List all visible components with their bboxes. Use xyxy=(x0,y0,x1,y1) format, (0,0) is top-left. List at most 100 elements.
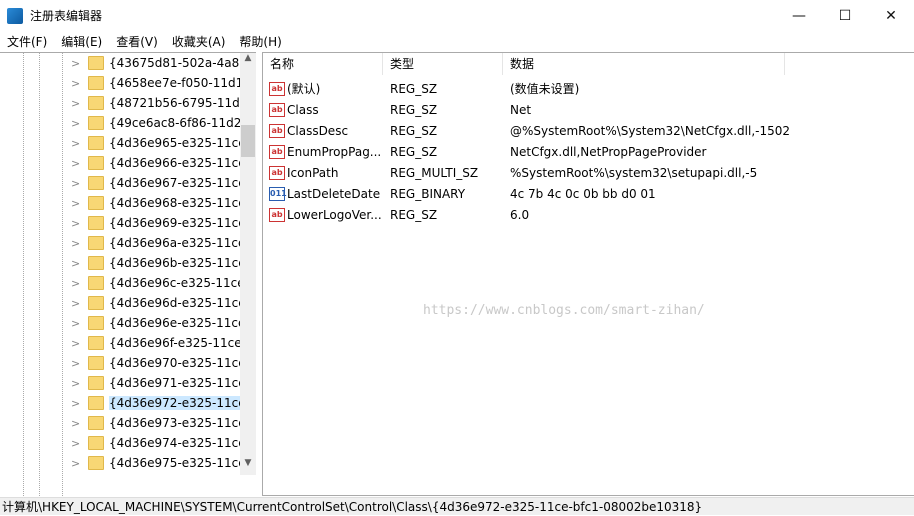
value-row[interactable]: ab IconPath REG_MULTI_SZ %SystemRoot%\syste… xyxy=(263,162,863,183)
menu-favorites[interactable]: 收藏夹(A) xyxy=(165,33,233,50)
expand-chevron-icon[interactable]: > xyxy=(71,457,80,470)
menu-help[interactable]: 帮助(H) xyxy=(232,33,288,50)
expand-chevron-icon[interactable]: > xyxy=(71,397,80,410)
values-header: 名称 类型 数据 xyxy=(263,53,793,75)
tree-item-label: {4d36e975-e325-11ce- xyxy=(109,456,240,470)
tree-scrollbar[interactable]: ▲ ▼ xyxy=(240,53,256,475)
tree-item[interactable]: > {4d36e973-e325-11ce- xyxy=(0,413,240,433)
tree-item[interactable]: > {4d36e967-e325-11ce- xyxy=(0,173,240,193)
expand-chevron-icon[interactable]: > xyxy=(71,317,80,330)
values-pane: 名称 类型 数据 ab (默认) REG_SZ (数值未设置) ab Class REG_S… xyxy=(262,52,914,496)
value-row[interactable]: ab EnumPropPag... REG_SZ NetCfgx.dll,NetPro… xyxy=(263,141,863,162)
tree-item[interactable]: > {49ce6ac8-6f86-11d2-b xyxy=(0,113,240,133)
value-type: REG_SZ xyxy=(390,102,438,117)
string-value-icon: ab xyxy=(269,144,285,159)
tree-item[interactable]: > {4658ee7e-f050-11d1- xyxy=(0,73,240,93)
tree-item[interactable]: > {4d36e970-e325-11ce- xyxy=(0,353,240,373)
value-data: 6.0 xyxy=(510,207,530,222)
tree-item[interactable]: > {4d36e96e-e325-11ce- xyxy=(0,313,240,333)
string-value-icon: ab xyxy=(269,207,285,222)
menu-file[interactable]: 文件(F) xyxy=(0,33,54,50)
tree-item[interactable]: > {4d36e971-e325-11ce- xyxy=(0,373,240,393)
tree-item[interactable]: > {4d36e966-e325-11ce- xyxy=(0,153,240,173)
expand-chevron-icon[interactable]: > xyxy=(71,177,80,190)
expand-chevron-icon[interactable]: > xyxy=(71,337,80,350)
expand-chevron-icon[interactable]: > xyxy=(71,157,80,170)
expand-chevron-icon[interactable]: > xyxy=(71,137,80,150)
value-name: LowerLogoVer... xyxy=(287,207,382,222)
value-row[interactable]: ab ClassDesc REG_SZ @%SystemRoot%\System32\… xyxy=(263,120,863,141)
tree-item[interactable]: > {4d36e96a-e325-11ce- xyxy=(0,233,240,253)
folder-icon xyxy=(88,436,104,450)
tree-item-label: {4d36e96c-e325-11ce- xyxy=(109,276,240,290)
folder-icon xyxy=(88,336,104,350)
value-row[interactable]: ab (默认) REG_SZ (数值未设置) xyxy=(263,78,863,99)
tree-item-label: {4d36e96e-e325-11ce- xyxy=(109,316,240,330)
tree-item[interactable]: > {4d36e96c-e325-11ce- xyxy=(0,273,240,293)
tree-item[interactable]: > {4d36e975-e325-11ce- xyxy=(0,453,240,473)
expand-chevron-icon[interactable]: > xyxy=(71,297,80,310)
value-type: REG_SZ xyxy=(390,123,438,138)
value-row[interactable]: 011 LastDeleteDate REG_BINARY 4c 7b 4c 0c 0… xyxy=(263,183,863,204)
tree-item[interactable]: > {4d36e96b-e325-11ce- xyxy=(0,253,240,273)
tree-item-label: {43675d81-502a-4a82- xyxy=(109,56,240,70)
value-type: REG_SZ xyxy=(390,81,438,96)
expand-chevron-icon[interactable]: > xyxy=(71,217,80,230)
column-type[interactable]: 类型 xyxy=(383,53,503,75)
value-name: Class xyxy=(287,102,319,117)
minimize-button[interactable]: — xyxy=(776,0,822,31)
expand-chevron-icon[interactable]: > xyxy=(71,417,80,430)
tree-item-label: {4d36e968-e325-11ce- xyxy=(109,196,240,210)
expand-chevron-icon[interactable]: > xyxy=(71,57,80,70)
tree-item-label: {4d36e973-e325-11ce- xyxy=(109,416,240,430)
value-data: Net xyxy=(510,102,532,117)
string-value-icon: ab xyxy=(269,123,285,138)
tree-guide-line xyxy=(23,52,24,496)
expand-chevron-icon[interactable]: > xyxy=(71,257,80,270)
value-data: (数值未设置) xyxy=(510,82,580,96)
expand-chevron-icon[interactable]: > xyxy=(71,437,80,450)
value-type: REG_MULTI_SZ xyxy=(390,165,479,180)
tree-guide-line xyxy=(39,52,40,496)
scroll-down-arrow-icon[interactable]: ▼ xyxy=(240,458,256,475)
folder-icon xyxy=(88,236,104,250)
tree-item[interactable]: > {43675d81-502a-4a82- xyxy=(0,53,240,73)
folder-icon xyxy=(88,376,104,390)
expand-chevron-icon[interactable]: > xyxy=(71,357,80,370)
expand-chevron-icon[interactable]: > xyxy=(71,277,80,290)
scrollbar-thumb[interactable] xyxy=(241,125,255,157)
scroll-up-arrow-icon[interactable]: ▲ xyxy=(240,53,256,70)
expand-chevron-icon[interactable]: > xyxy=(71,197,80,210)
tree-item-label: {4d36e971-e325-11ce- xyxy=(109,376,240,390)
folder-icon xyxy=(88,116,104,130)
expand-chevron-icon[interactable]: > xyxy=(71,97,80,110)
tree-item[interactable]: > {4d36e969-e325-11ce- xyxy=(0,213,240,233)
string-value-icon: ab xyxy=(269,165,285,180)
tree-item[interactable]: > {4d36e965-e325-11ce- xyxy=(0,133,240,153)
tree-item[interactable]: > {4d36e96f-e325-11ce-b xyxy=(0,333,240,353)
tree-item[interactable]: > {4d36e96d-e325-11ce- xyxy=(0,293,240,313)
expand-chevron-icon[interactable]: > xyxy=(71,237,80,250)
column-data[interactable]: 数据 xyxy=(503,53,785,75)
folder-icon xyxy=(88,276,104,290)
menu-edit[interactable]: 编辑(E) xyxy=(54,33,109,50)
folder-icon xyxy=(88,156,104,170)
expand-chevron-icon[interactable]: > xyxy=(71,117,80,130)
tree-item-label: {4d36e970-e325-11ce- xyxy=(109,356,240,370)
tree-item-label: {4d36e96a-e325-11ce- xyxy=(109,236,240,250)
close-button[interactable]: ✕ xyxy=(868,0,914,31)
expand-chevron-icon[interactable]: > xyxy=(71,377,80,390)
tree-item[interactable]: > {4d36e974-e325-11ce- xyxy=(0,433,240,453)
value-row[interactable]: ab LowerLogoVer... REG_SZ 6.0 xyxy=(263,204,863,225)
tree-item[interactable]: > {4d36e972-e325-11ce- xyxy=(0,393,240,413)
column-name[interactable]: 名称 xyxy=(263,53,383,75)
maximize-button[interactable]: ☐ xyxy=(822,0,868,31)
tree-item[interactable]: > {48721b56-6795-11d2- xyxy=(0,93,240,113)
folder-icon xyxy=(88,136,104,150)
menu-view[interactable]: 查看(V) xyxy=(109,33,165,50)
folder-icon xyxy=(88,216,104,230)
value-row[interactable]: ab Class REG_SZ Net xyxy=(263,99,863,120)
tree-item-label: {4d36e965-e325-11ce- xyxy=(109,136,240,150)
tree-item[interactable]: > {4d36e968-e325-11ce- xyxy=(0,193,240,213)
expand-chevron-icon[interactable]: > xyxy=(71,77,80,90)
